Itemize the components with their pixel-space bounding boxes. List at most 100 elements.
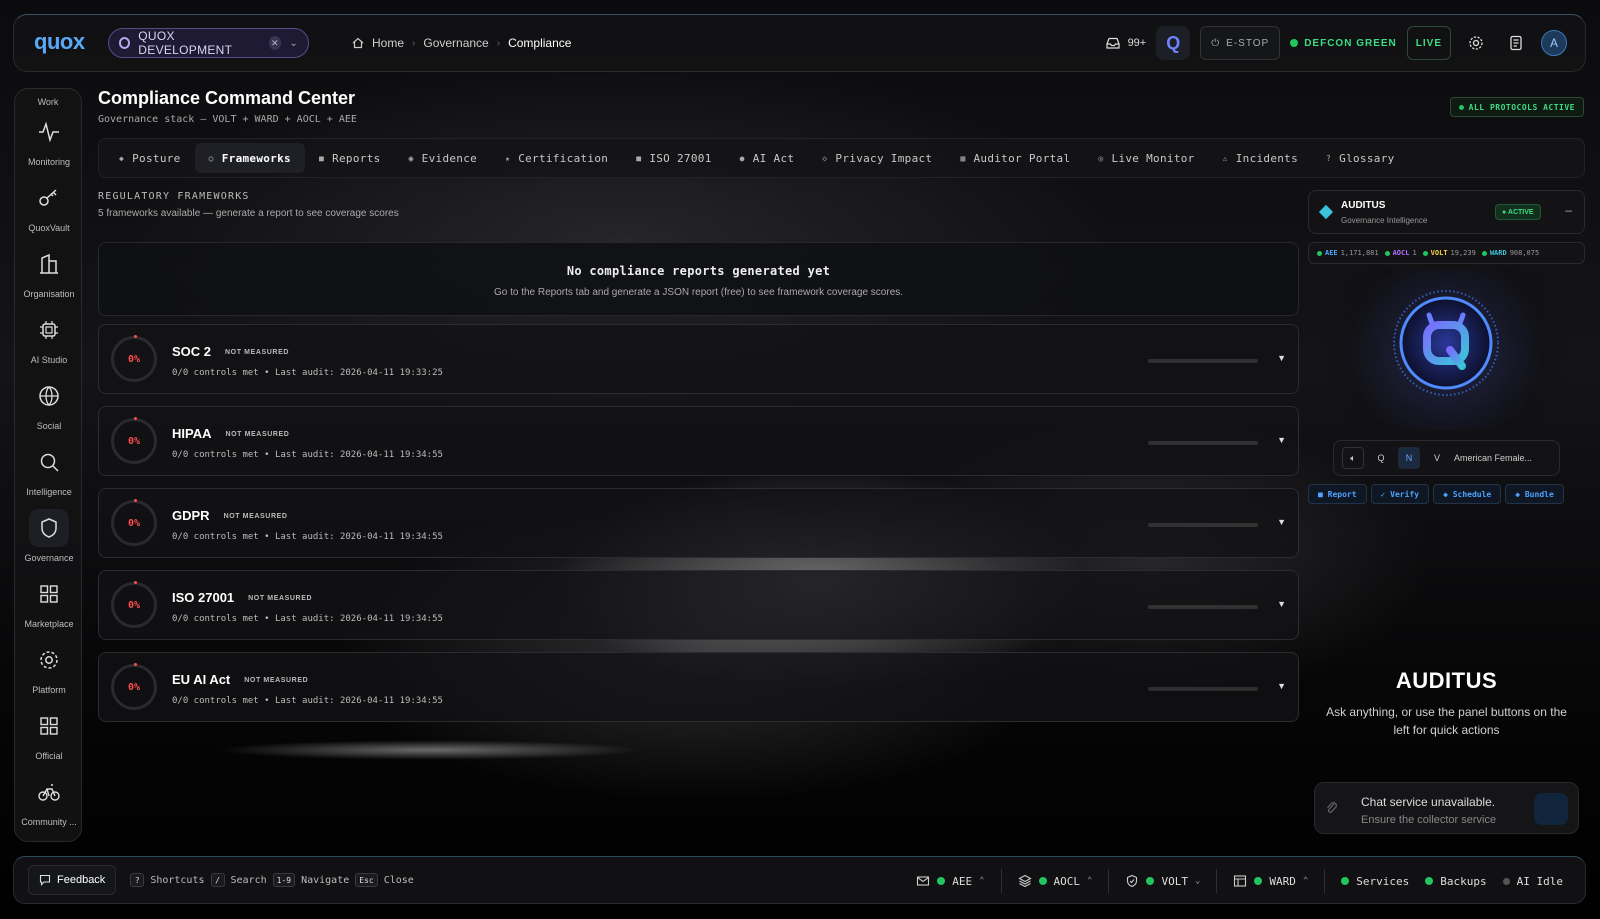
tab-icon: ⚠ [1222,153,1228,163]
chevron-down-icon[interactable]: ⌄ [289,38,298,49]
sidebar-item-marketplace[interactable]: Marketplace [15,569,83,635]
environment-selector[interactable]: QUOX DEVELOPMENT ✕ ⌄ [108,28,309,58]
status-dot-icon [1422,250,1428,256]
minimize-icon[interactable]: – [1565,203,1572,217]
service-aee[interactable]: AEE ⌃ [916,874,985,888]
tab-glossary[interactable]: ? Glossary [1312,143,1409,173]
coverage-bar [1148,605,1258,609]
voice-select[interactable]: American Female... [1454,453,1532,463]
avatar[interactable]: A [1541,30,1567,56]
voice-mode-n[interactable]: N [1398,447,1420,469]
feedback-button[interactable]: Feedback [28,865,117,895]
sidebar-item-label: Governance [24,553,74,563]
sidebar-item-community[interactable]: Community ... [15,767,83,833]
expand-caret-icon[interactable]: ▼ [1277,681,1286,691]
tab-posture[interactable]: ◆ Posture [105,143,195,173]
chevron-icon[interactable]: ⌄ [1195,876,1200,886]
docs-button[interactable] [1501,28,1531,58]
tab-label: ISO 27001 [649,151,712,165]
sidebar-item-intelligence[interactable]: Intelligence [15,437,83,503]
framework-card[interactable]: 0% EU AI Act NOT MEASURED 0/0 controls me… [98,652,1299,722]
gear-icon [29,641,69,679]
paperclip-icon[interactable] [1325,801,1339,815]
sidebar-item-quoxvault[interactable]: QuoxVault [15,173,83,239]
chat-input[interactable]: Chat service unavailable. Ensure the col… [1314,782,1579,834]
service-ward[interactable]: WARD ⌃ [1233,874,1308,888]
sidebar-item-ai-studio[interactable]: AI Studio [15,305,83,371]
verify-button[interactable]: ✓ Verify [1370,484,1430,504]
services-status[interactable]: Services [1341,875,1409,888]
quox-assistant-button[interactable]: Q [1156,26,1191,60]
expand-caret-icon[interactable]: ▼ [1277,353,1286,363]
sidebar-item-label: AI Studio [30,355,68,365]
bottom-bar: Feedback ? Shortcuts / Search 1-9 Navigate Esc… [13,856,1586,904]
top-bar: quox QUOX DEVELOPMENT ✕ ⌄ Home › Governa… [13,14,1586,72]
auditus-subtitle: Governance Intelligence [1341,216,1428,225]
service-aocl[interactable]: AOCL ⌃ [1017,874,1092,888]
chevron-icon[interactable]: ⌃ [1303,876,1308,886]
send-button[interactable] [1534,793,1568,825]
framework-card[interactable]: 0% GDPR NOT MEASURED 0/0 controls met • L… [98,488,1299,558]
gear-icon [1469,36,1483,50]
feedback-label: Feedback [57,874,106,886]
voice-mode-q[interactable]: Q [1370,447,1392,469]
tab-reports[interactable]: ■ Reports [305,143,395,173]
sidebar-item-platform[interactable]: Platform [15,635,83,701]
defcon-label: DEFCON GREEN [1304,37,1397,49]
sidebar-item-governance[interactable]: Governance [15,503,83,569]
breadcrumb-governance[interactable]: Governance [423,36,488,50]
table-icon [1234,875,1247,887]
status-badge: NOT MEASURED [244,677,309,685]
framework-card[interactable]: 0% ISO 27001 NOT MEASURED 0/0 controls me… [98,570,1299,640]
breadcrumb-home[interactable]: Home [372,36,404,50]
quox-q-icon: Q [1166,32,1181,53]
sidebar-item-monitoring[interactable]: Monitoring [15,107,83,173]
breadcrumb: Home › Governance › Compliance [352,36,571,50]
status-dot-icon [1317,250,1322,256]
sidebar-item-official[interactable]: Official [15,701,83,767]
voice-mode-v[interactable]: V [1426,447,1448,469]
inbox-button[interactable]: 99+ [1105,37,1146,49]
tab-iso-27001[interactable]: ■ ISO 27001 [622,143,725,173]
tab-privacy-impact[interactable]: ◇ Privacy Impact [808,143,946,173]
tab-incidents[interactable]: ⚠ Incidents [1209,143,1312,173]
tab-live-monitor[interactable]: ◎ Live Monitor [1084,143,1208,173]
app-logo[interactable]: quox [34,29,85,55]
document-icon [1510,35,1522,51]
tab-certification[interactable]: ★ Certification [491,143,622,173]
chat-status: Chat service unavailable. [1361,795,1496,809]
chevron-icon[interactable]: ⌃ [979,876,984,886]
speaker-icon[interactable]: 🔈︎ [1342,447,1364,469]
live-toggle[interactable]: LIVE [1406,26,1451,60]
environment-clear-icon[interactable]: ✕ [268,36,282,50]
service-volt[interactable]: VOLT ⌄ [1125,874,1200,888]
report-button[interactable]: ■ Report [1308,484,1367,504]
framework-card[interactable]: 0% HIPAA NOT MEASURED 0/0 controls met • … [98,406,1299,476]
settings-button[interactable] [1461,28,1491,58]
sidebar-item-organisation[interactable]: Organisation [15,239,83,305]
framework-title: EU AI Act [172,672,231,687]
framework-card[interactable]: 0% SOC 2 NOT MEASURED 0/0 controls met • … [98,324,1299,394]
sidebar-item-social[interactable]: Social [15,371,83,437]
bundle-button[interactable]: ◆ Bundle [1505,484,1564,504]
sidebar-section-label: Work [37,97,59,107]
chevron-icon[interactable]: ⌃ [1087,876,1092,886]
tab-label: Auditor Portal [973,151,1071,165]
shortcut-key: 1-9 [272,873,296,887]
tab-ai-act[interactable]: ● AI Act [726,143,809,173]
schedule-button[interactable]: ◆ Schedule [1433,484,1502,504]
backups-label: Backups [1440,874,1487,888]
expand-caret-icon[interactable]: ▼ [1277,599,1286,609]
expand-caret-icon[interactable]: ▼ [1277,517,1286,527]
tab-auditor-portal[interactable]: ▦ Auditor Portal [946,143,1084,173]
stat-value: 908,075 [1509,249,1540,257]
tab-frameworks[interactable]: ○ Frameworks [194,143,305,173]
expand-caret-icon[interactable]: ▼ [1277,435,1286,445]
backups-status[interactable]: Backups [1425,874,1487,888]
shortcut-label: Search [230,874,267,886]
status-bar: AEE ⌃ AOCL ⌃ VOLT ⌄ WARD ⌃ Services Back… [916,857,1563,905]
ai-status[interactable]: AI Idle [1502,875,1563,888]
sidebar-item-label: Intelligence [26,487,72,497]
estop-button[interactable]: ⏻ E-STOP [1200,26,1281,60]
tab-evidence[interactable]: ◉ Evidence [395,143,492,173]
